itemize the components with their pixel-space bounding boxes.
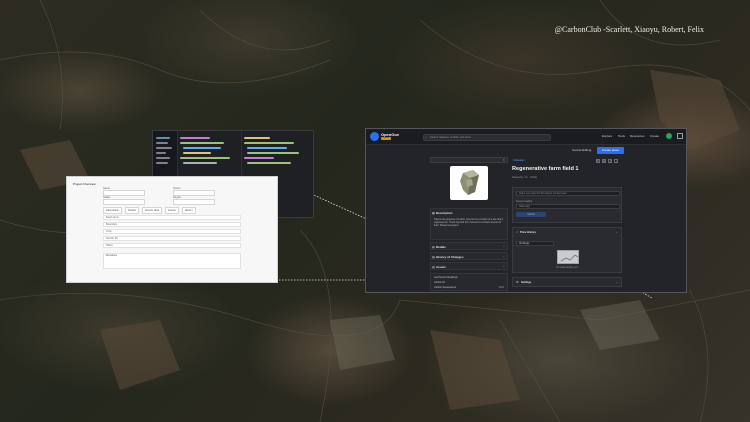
user-avatar[interactable] xyxy=(666,133,672,139)
admin-row[interactable]: Notes xyxy=(103,243,241,248)
search-icon: ⌕ xyxy=(425,135,427,139)
history-section[interactable]: ▤ History of Changes ⌄ xyxy=(430,252,508,260)
description-title: Description xyxy=(436,211,453,215)
admin-tab[interactable]: Description xyxy=(103,207,122,214)
opengov-app-window: OpenGov BETA ⌕ Search datasets, models, … xyxy=(365,128,687,293)
copy-icon[interactable]: ⧉ xyxy=(602,159,606,163)
chevron-down-icon: ⌄ xyxy=(502,244,505,248)
share-icon[interactable]: ⤴ xyxy=(608,159,612,163)
sensor-label: Sensor reading xyxy=(516,200,533,203)
admin-tab[interactable]: History xyxy=(181,207,196,214)
gear-icon: ⚙ xyxy=(516,280,519,284)
page-title: Regenerative farm field 1 xyxy=(512,166,579,172)
assets-section[interactable]: ▤ Assets ⌄ xyxy=(430,262,508,270)
terrain-model-icon xyxy=(460,170,479,195)
create-place-button[interactable]: Create place xyxy=(597,147,624,154)
chevron-down-icon: ⌄ xyxy=(502,254,505,258)
details-section[interactable]: ▤ Details ⌄ xyxy=(430,242,508,250)
refresh-icon[interactable]: ↻ xyxy=(596,159,600,163)
settings-title: Settings xyxy=(521,281,532,284)
section-title: History of Changes xyxy=(436,255,464,259)
history-icon: ▤ xyxy=(432,255,435,259)
submit-button[interactable]: Submit xyxy=(516,212,546,217)
menu-icon[interactable] xyxy=(677,133,683,139)
admin-field-input[interactable] xyxy=(173,199,215,205)
opengov-logo-icon xyxy=(370,132,379,141)
reading-label: Carbon ID xyxy=(434,281,445,284)
admin-row[interactable]: Field name xyxy=(103,215,241,220)
left-column: ✕ ▦ Description Tokens the purpose of a … xyxy=(430,157,508,291)
admin-row[interactable]: Sensor ID xyxy=(103,236,241,241)
info-icon: ▦ xyxy=(432,211,435,215)
line-chart-icon xyxy=(560,254,579,262)
value-entry-card: Add a new value for this field or contac… xyxy=(512,187,622,223)
search-placeholder: Search datasets, models, and more xyxy=(430,136,471,139)
empty-state-text: No trade activity yet xyxy=(556,266,578,269)
admin-row[interactable]: Crop xyxy=(103,229,241,234)
reading-label: Carbon Sequestered xyxy=(434,286,457,289)
breadcrumb[interactable]: < Datasets xyxy=(512,159,524,162)
empty-chart-placeholder xyxy=(557,250,579,264)
item-toolbar: ↻ ⧉ ⤴ ⋮ xyxy=(596,159,618,163)
description-section: ▦ Description Tokens the purpose of a fa… xyxy=(430,208,508,240)
readings-section: Last Sensor Readings Carbon ID Carbon Se… xyxy=(430,273,508,291)
chevron-down-icon: ⌄ xyxy=(615,280,618,284)
beta-badge: BETA xyxy=(381,137,391,140)
nav-explore[interactable]: Explore xyxy=(602,134,612,138)
reading-label: Last Sensor Readings xyxy=(434,276,458,279)
asset-3d-preview[interactable] xyxy=(450,166,488,200)
asset-header-bar: ✕ xyxy=(430,157,508,163)
admin-field-input[interactable] xyxy=(103,199,145,205)
chevron-down-icon: ⌄ xyxy=(502,264,505,268)
more-icon[interactable]: ⋮ xyxy=(614,159,618,163)
admin-row[interactable]: Metadata xyxy=(103,253,241,269)
range-select[interactable]: All Range xyxy=(516,241,554,246)
prompt-input[interactable]: Add a new value for this field or contac… xyxy=(516,191,620,196)
price-history-card: ↗ Price History ⌄ All Range No trade act… xyxy=(512,227,622,273)
search-input[interactable]: ⌕ Search datasets, models, and more xyxy=(423,134,551,141)
admin-panel: Project Overview Name Owner Status Regio… xyxy=(66,176,278,283)
admin-row[interactable]: Boundary xyxy=(103,222,241,227)
nav-tools[interactable]: Tools xyxy=(618,134,625,138)
description-text: Tokens the purpose of a farm. Amount is … xyxy=(434,218,504,228)
chart-icon: ↗ xyxy=(516,231,519,234)
reading-value: 2022 xyxy=(498,286,504,289)
admin-tab[interactable]: Assets xyxy=(164,207,179,214)
top-navigation-bar: OpenGov BETA ⌕ Search datasets, models, … xyxy=(366,129,686,145)
close-icon[interactable]: ✕ xyxy=(502,158,505,163)
section-title: Assets xyxy=(436,265,446,269)
item-meta: Owned by: J.C. · Public xyxy=(512,176,537,179)
section-title: Details xyxy=(436,245,446,249)
admin-tabs: Description Details Sensor data Assets H… xyxy=(103,207,196,214)
assets-icon: ▤ xyxy=(432,265,435,269)
settings-card[interactable]: ⚙ Settings ⌄ xyxy=(512,277,622,287)
admin-tab[interactable]: Details xyxy=(124,207,139,214)
price-history-title: Price History xyxy=(520,231,537,234)
value-input[interactable]: Value (kg) xyxy=(516,204,620,209)
admin-tab[interactable]: Sensor data xyxy=(141,207,162,214)
right-column: < Datasets ↻ ⧉ ⤴ ⋮ Regenerative farm fie… xyxy=(512,157,622,291)
nav-resources[interactable]: Resources xyxy=(630,134,644,138)
cancel-editing-button[interactable]: Cancel Editing xyxy=(569,147,594,154)
nav-create[interactable]: Create xyxy=(650,134,659,138)
details-icon: ▤ xyxy=(432,245,435,249)
chevron-down-icon[interactable]: ⌄ xyxy=(615,230,618,234)
admin-title: Project Overview xyxy=(73,182,96,186)
